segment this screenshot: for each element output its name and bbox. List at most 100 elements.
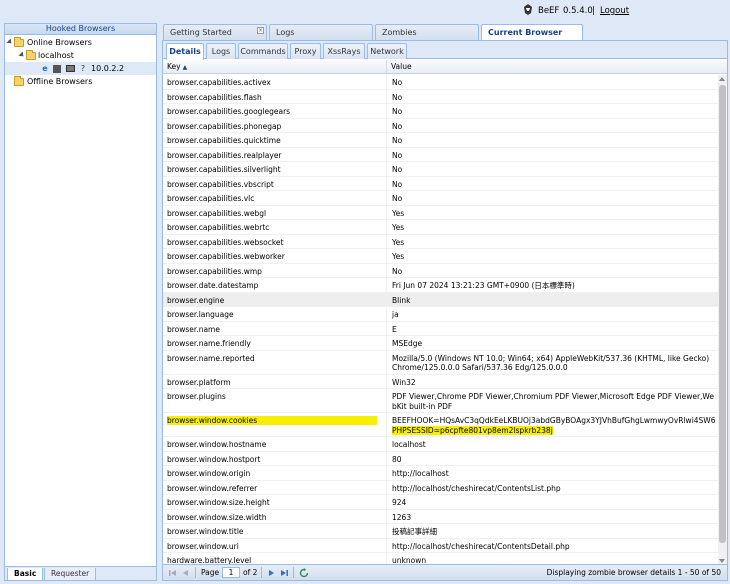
table-row[interactable]: browser.window.size.height 924 — [163, 495, 719, 510]
expand-icon[interactable] — [6, 38, 14, 46]
table-row[interactable]: browser.window.title 投稿記事詳細 — [163, 524, 719, 539]
row-key: browser.plugins — [167, 392, 226, 401]
column-separator — [386, 538, 387, 552]
table-row[interactable]: browser.name.friendly MSEdge — [163, 336, 719, 351]
tab-xssrays[interactable]: XssRays — [323, 43, 365, 59]
row-key: browser.window.hostname — [167, 440, 267, 449]
row-value: localhost — [392, 440, 426, 449]
table-row[interactable]: browser.capabilities.googlegears No — [163, 104, 719, 119]
row-key: browser.window.uri — [167, 541, 239, 551]
table-row[interactable]: browser.capabilities.vlc No — [163, 191, 719, 206]
close-icon[interactable]: × — [257, 27, 264, 34]
tree-browser-entry[interactable]: e ? 10.0.2.2 — [5, 62, 156, 75]
tree-localhost[interactable]: localhost — [5, 49, 156, 62]
refresh-icon[interactable] — [299, 568, 309, 578]
scroll-down-icon[interactable] — [719, 559, 725, 563]
page-count-label: of 2 — [243, 568, 258, 577]
table-row[interactable]: browser.date.datestamp Fri Jun 07 2024 13… — [163, 278, 719, 293]
table-row[interactable]: browser.capabilities.activex No — [163, 75, 719, 90]
table-row[interactable]: browser.window.uri http://localhost/chesh… — [163, 538, 719, 553]
row-value: Fri Jun 07 2024 13:21:23 GMT+0900 (日本標準時… — [392, 281, 575, 290]
column-value[interactable]: Value — [387, 60, 727, 74]
page-number-input[interactable] — [222, 567, 240, 578]
tab-details[interactable]: Details — [166, 43, 204, 60]
row-value: No — [392, 136, 403, 145]
row-value: 投稿記事詳細 — [392, 527, 437, 536]
sort-ascending-icon: ▲ — [182, 64, 188, 71]
last-page-icon[interactable] — [279, 568, 289, 578]
tab-sub-logs[interactable]: Logs — [206, 43, 236, 59]
scroll-thumb[interactable] — [719, 85, 726, 543]
row-value: No — [392, 194, 403, 203]
first-page-icon[interactable] — [168, 568, 178, 578]
display-status: Displaying zombie browser details 1 - 50… — [546, 568, 721, 577]
table-row[interactable]: browser.window.referrer http://localhost/… — [163, 480, 719, 495]
next-page-icon[interactable] — [266, 568, 276, 578]
expand-icon[interactable] — [18, 51, 26, 59]
table-row[interactable]: browser.language ja — [163, 307, 719, 322]
tab-basic[interactable]: Basic — [7, 568, 44, 581]
row-value: No — [392, 266, 403, 276]
table-row[interactable]: browser.engine Blink — [163, 292, 719, 307]
tab-commands[interactable]: Commands — [238, 43, 288, 59]
table-row[interactable]: browser.capabilities.phonegap No — [163, 118, 719, 133]
table-row[interactable]: browser.capabilities.silverlight No — [163, 162, 719, 177]
table-row[interactable]: browser.platform Win32 — [163, 374, 719, 389]
table-row[interactable]: browser.capabilities.vbscript No — [163, 176, 719, 191]
column-key[interactable]: Key ▲ — [163, 60, 387, 74]
tab-requester[interactable]: Requester — [44, 568, 97, 581]
table-row[interactable]: browser.capabilities.quicktime No — [163, 133, 719, 148]
table-row[interactable]: browser.plugins PDF Viewer,Chrome PDF Vie… — [163, 389, 719, 413]
row-key: browser.platform — [167, 377, 231, 387]
logout-link[interactable]: Logout — [600, 6, 629, 16]
brand-name: BeEF — [538, 6, 560, 16]
table-row[interactable]: browser.capabilities.webgl Yes — [163, 205, 719, 220]
column-separator — [386, 292, 387, 306]
row-value: No — [392, 121, 403, 131]
previous-page-icon[interactable] — [181, 568, 191, 578]
tab-logs[interactable]: Logs — [269, 24, 373, 40]
sub-tab-bar: Details Logs Commands Proxy XssRays Netw… — [163, 41, 727, 60]
column-separator — [386, 451, 387, 465]
table-row[interactable]: browser.capabilities.webrtc Yes — [163, 220, 719, 235]
table-row[interactable]: browser.capabilities.websocket Yes — [163, 234, 719, 249]
table-row[interactable]: browser.window.origin http://localhost — [163, 466, 719, 481]
row-value: 80 — [392, 454, 402, 464]
row-value: No — [392, 107, 403, 116]
tab-zombies[interactable]: Zombies — [375, 24, 479, 40]
column-separator — [386, 133, 387, 147]
current-browser-panel: Details Logs Commands Proxy XssRays Netw… — [162, 40, 728, 581]
row-key: browser.window.size.height — [167, 498, 270, 507]
folder-icon — [26, 50, 36, 60]
tree-online-browsers[interactable]: Online Browsers — [5, 36, 156, 49]
row-key: browser.capabilities.googlegears — [167, 107, 291, 116]
column-separator — [386, 191, 387, 205]
table-row[interactable]: browser.window.cookies BEEFHOOK=HQsAvC3qQ… — [163, 413, 719, 437]
row-key: browser.capabilities.quicktime — [167, 136, 281, 145]
tab-current-browser[interactable]: Current Browser — [481, 24, 583, 40]
row-key: browser.language — [167, 310, 234, 319]
table-row[interactable]: browser.window.size.width 1263 — [163, 509, 719, 524]
version-label: 0.5.4.0 — [563, 6, 593, 16]
tab-network[interactable]: Network — [367, 43, 407, 59]
table-row[interactable]: browser.window.hostname localhost — [163, 437, 719, 452]
tab-getting-started[interactable]: Getting Started × — [163, 24, 267, 40]
column-separator — [386, 75, 387, 89]
table-row[interactable]: browser.name.reported Mozilla/5.0 (Window… — [163, 350, 719, 375]
table-row[interactable]: browser.window.hostport 80 — [163, 451, 719, 466]
row-key: browser.capabilities.webworker — [167, 252, 285, 261]
vertical-scrollbar[interactable] — [718, 75, 727, 565]
column-separator — [386, 524, 387, 538]
column-separator — [386, 162, 387, 176]
tree-offline-browsers[interactable]: Offline Browsers — [5, 75, 156, 88]
table-row[interactable]: browser.capabilities.flash No — [163, 89, 719, 104]
table-row[interactable]: browser.capabilities.realplayer No — [163, 147, 719, 162]
table-row[interactable]: browser.name E — [163, 321, 719, 336]
row-value: 1263 — [392, 512, 412, 522]
tab-proxy[interactable]: Proxy — [290, 43, 321, 59]
scroll-up-icon[interactable] — [719, 77, 725, 81]
page-label: Page — [201, 568, 220, 577]
table-row[interactable]: browser.capabilities.webworker Yes — [163, 249, 719, 264]
tab-label: Getting Started — [170, 28, 232, 37]
table-row[interactable]: browser.capabilities.wmp No — [163, 263, 719, 278]
